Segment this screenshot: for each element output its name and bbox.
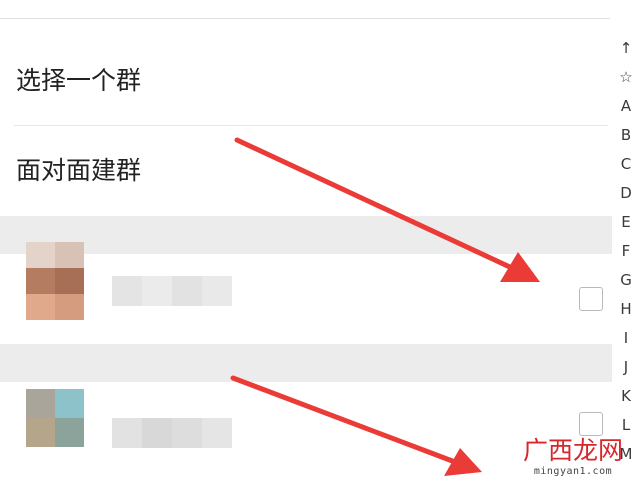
contact-row[interactable] [0,242,612,344]
menu-select-group[interactable]: 选择一个群 [0,36,610,126]
index-e[interactable]: E [621,208,630,237]
index-b[interactable]: B [621,121,631,150]
watermark-url: mingyan1.com [533,466,613,477]
index-d[interactable]: D [620,179,632,208]
index-g[interactable]: G [620,266,632,295]
contact-name-blurred [112,418,232,448]
avatar [26,242,84,320]
index-i[interactable]: I [624,324,628,353]
menu-face-to-face[interactable]: 面对面建群 [0,126,610,216]
index-up[interactable]: ↑ [620,34,633,63]
contact-name-blurred [112,276,232,306]
watermark-logo-text: 广西龙网 [522,436,623,465]
menu-select-group-label: 选择一个群 [16,66,142,95]
contact-checkbox[interactable] [579,287,603,311]
avatar [26,389,84,447]
contact-checkbox[interactable] [579,412,603,436]
menu-face-to-face-label: 面对面建群 [16,156,142,185]
alphabet-index[interactable]: ↑ ☆ A B C D E F G H I J K L M [612,34,640,469]
index-h[interactable]: H [620,295,631,324]
index-f[interactable]: F [622,237,631,266]
index-j[interactable]: J [624,353,628,382]
section-header-band [0,216,612,254]
index-k[interactable]: K [621,382,631,411]
index-star[interactable]: ☆ [619,63,632,92]
watermark: 广西龙网 mingyan1.com [508,436,638,477]
top-divider [0,18,610,19]
index-c[interactable]: C [621,150,631,179]
section-header-band [0,344,612,382]
index-a[interactable]: A [621,92,631,121]
